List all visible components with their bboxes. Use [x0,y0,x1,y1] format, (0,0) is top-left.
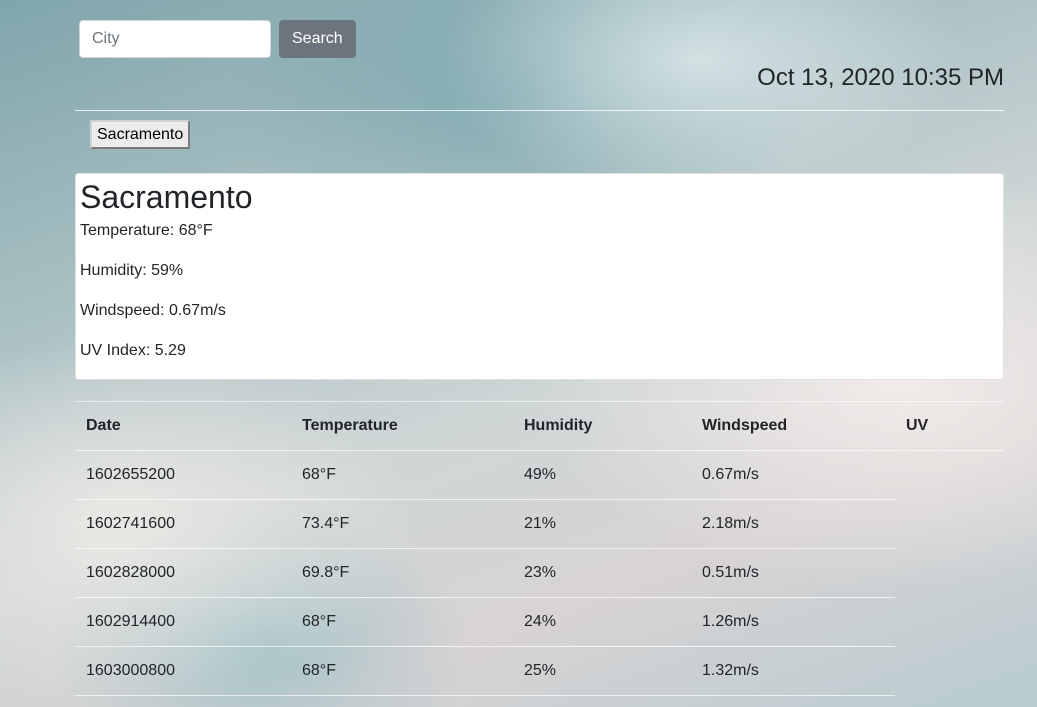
cell-temperature: 73.4°F [291,499,513,549]
current-windspeed: Windspeed: 0.67m/s [80,302,226,320]
cell-uv [895,647,1004,696]
current-datetime: Oct 13, 2020 10:35 PM [757,64,1004,91]
cell-humidity: 24% [513,597,691,647]
table-row: 1602828000 69.8°F 23% 0.51m/s [75,548,1004,598]
table-row: 1602914400 68°F 24% 1.26m/s [75,597,1004,647]
cell-uv [895,598,1004,647]
city-search-input[interactable] [79,20,271,58]
header-uv: UV [895,401,1004,451]
cell-temperature: 68°F [291,450,513,500]
cell-temperature: 69.8°F [291,548,513,598]
cell-uv [895,451,1004,500]
cell-humidity: 21% [513,499,691,549]
table-row: 1602655200 68°F 49% 0.67m/s [75,450,1004,500]
current-humidity: Humidity: 59% [80,262,184,280]
history-city-button[interactable]: Sacramento [90,120,191,149]
cell-windspeed: 0.67m/s [691,450,895,500]
cell-date: 1602741600 [75,499,291,549]
cell-humidity: 49% [513,450,691,500]
cell-temperature: 68°F [291,646,513,696]
cell-humidity: 25% [513,646,691,696]
header-humidity: Humidity [513,401,691,451]
cell-date: 1602914400 [75,597,291,647]
search-button[interactable]: Search [279,20,356,58]
header-divider [75,110,1004,111]
current-weather-card: Sacramento Temperature: 68°F Humidity: 5… [75,173,1004,380]
table-row: 1602741600 73.4°F 21% 2.18m/s [75,499,1004,549]
forecast-table: Date Temperature Humidity Windspeed UV 1… [75,401,1004,696]
cell-date: 1602655200 [75,450,291,500]
cell-humidity: 23% [513,548,691,598]
forecast-header-row: Date Temperature Humidity Windspeed UV [75,401,1004,451]
cell-uv [895,549,1004,598]
cell-uv [895,500,1004,549]
current-temperature: Temperature: 68°F [80,222,213,240]
cell-windspeed: 2.18m/s [691,499,895,549]
current-city-title: Sacramento [80,179,253,215]
header-date: Date [75,401,291,451]
current-uv-index: UV Index: 5.29 [80,342,186,360]
search-bar: Search [79,20,356,58]
header-windspeed: Windspeed [691,401,895,451]
cell-date: 1603000800 [75,646,291,696]
table-row: 1603000800 68°F 25% 1.32m/s [75,646,1004,696]
cell-windspeed: 0.51m/s [691,548,895,598]
cell-date: 1602828000 [75,548,291,598]
cell-windspeed: 1.32m/s [691,646,895,696]
cell-windspeed: 1.26m/s [691,597,895,647]
header-temperature: Temperature [291,401,513,451]
cell-temperature: 68°F [291,597,513,647]
